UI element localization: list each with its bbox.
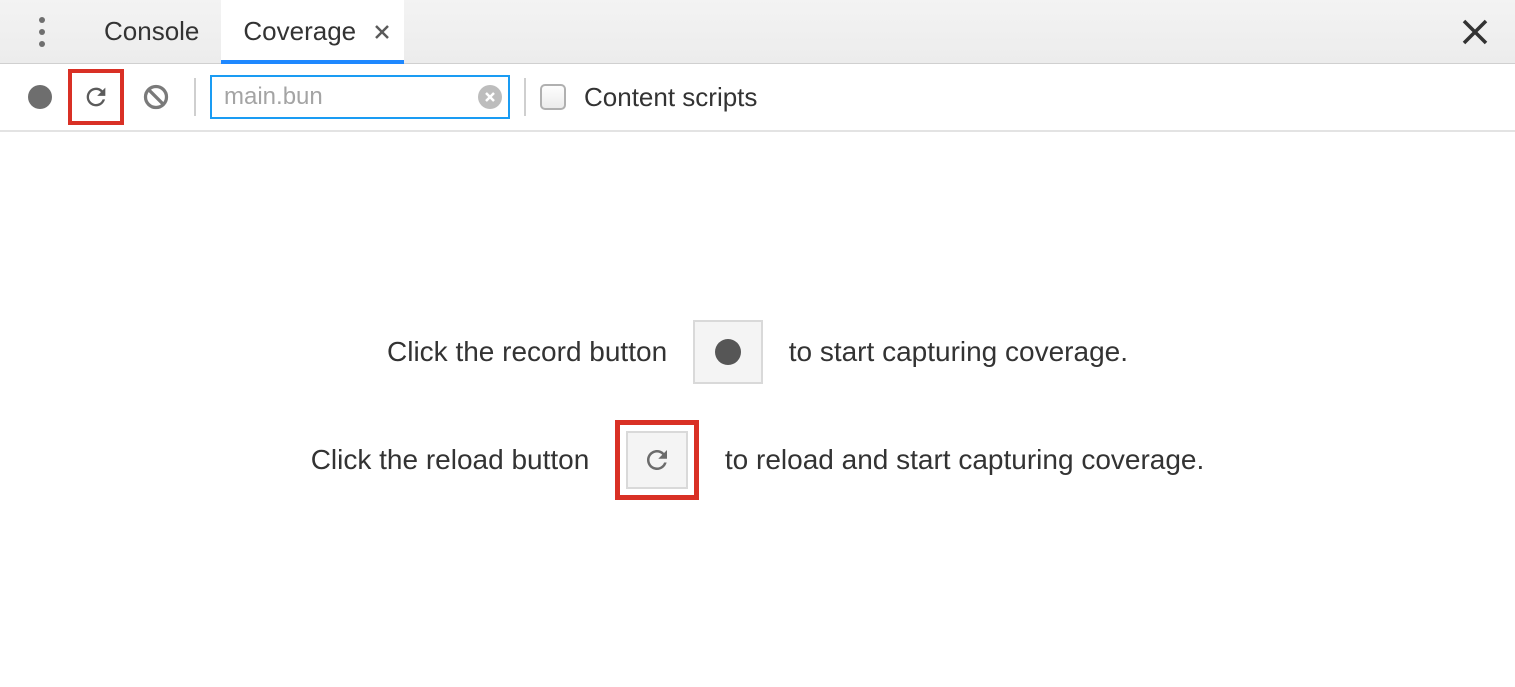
clear-filter-icon[interactable] <box>478 85 502 109</box>
panel-close-icon[interactable] <box>1459 16 1491 48</box>
record-icon <box>28 85 52 109</box>
toolbar-divider <box>194 78 196 116</box>
content-scripts-label: Content scripts <box>584 82 757 113</box>
filter-container <box>210 75 510 119</box>
reload-button[interactable] <box>76 77 116 117</box>
record-icon <box>715 339 741 365</box>
content-scripts-checkbox[interactable] <box>540 84 566 110</box>
ban-icon <box>142 83 170 111</box>
highlight-annotation <box>615 420 699 500</box>
help-text: to start capturing coverage. <box>781 336 1128 368</box>
kebab-menu-icon[interactable] <box>28 12 56 52</box>
help-text: Click the reload button <box>311 444 597 476</box>
reload-icon <box>82 83 110 111</box>
tab-bar: Console Coverage <box>0 0 1515 64</box>
coverage-toolbar: Content scripts <box>0 64 1515 132</box>
help-text: to reload and start capturing coverage. <box>717 444 1204 476</box>
content-scripts-option: Content scripts <box>540 82 757 113</box>
toolbar-divider <box>524 78 526 116</box>
help-row-record: Click the record button to start capturi… <box>387 320 1128 384</box>
reload-icon <box>642 445 672 475</box>
tab-label: Console <box>104 16 199 47</box>
tab-console[interactable]: Console <box>82 0 221 64</box>
help-text: Click the record button <box>387 336 675 368</box>
record-button-example[interactable] <box>693 320 763 384</box>
url-filter-input[interactable] <box>224 83 478 111</box>
tab-label: Coverage <box>243 16 356 47</box>
coverage-empty-state: Click the record button to start capturi… <box>0 132 1515 687</box>
help-row-reload: Click the reload button to reload and st… <box>311 420 1205 500</box>
reload-button-example[interactable] <box>626 431 688 489</box>
clear-button[interactable] <box>132 73 180 121</box>
highlight-annotation <box>68 69 124 125</box>
record-button[interactable] <box>16 73 64 121</box>
close-icon[interactable] <box>370 20 394 44</box>
tab-coverage[interactable]: Coverage <box>221 0 404 64</box>
